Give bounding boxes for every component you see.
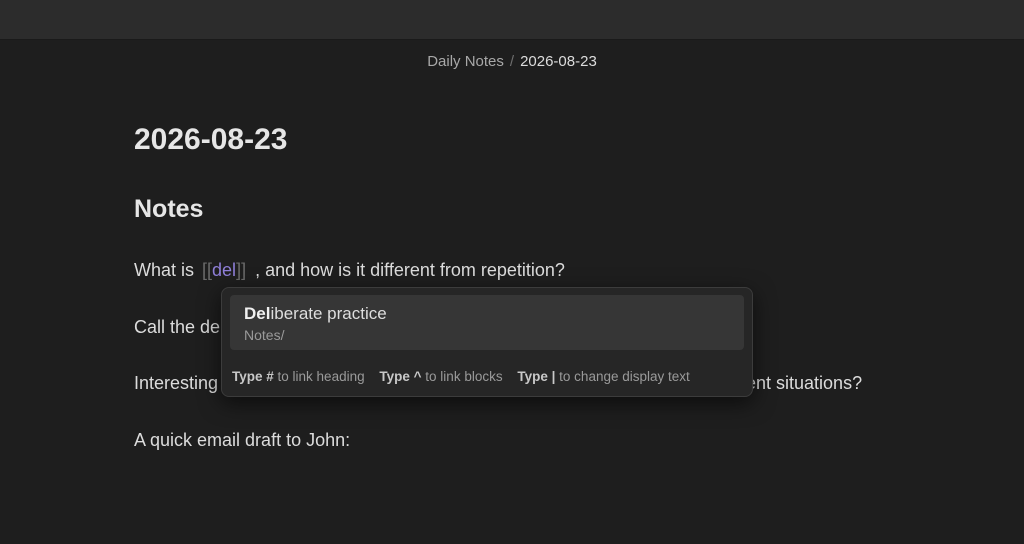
suggestion-match-text: Del <box>244 304 271 323</box>
wikilink-open-bracket: [[ <box>202 260 213 280</box>
section-heading[interactable]: Notes <box>134 195 203 224</box>
note-title[interactable]: 2026-08-23 <box>134 123 287 157</box>
paragraph-email-draft[interactable]: A quick email draft to John: <box>134 428 350 452</box>
hint-link-heading: Type # to link heading <box>232 369 365 384</box>
paragraph-text: , and how is it different from repetitio… <box>255 260 565 280</box>
paragraph-call[interactable]: Call the de <box>134 315 220 339</box>
breadcrumb-separator: / <box>509 53 515 70</box>
link-suggestion-popup: Deliberate practice Notes/ Type # to lin… <box>221 287 753 397</box>
hint-text: to change display text <box>559 369 690 384</box>
hint-key: Type | <box>517 369 556 384</box>
hint-link-blocks: Type ^ to link blocks <box>379 369 502 384</box>
suggestion-item-selected[interactable]: Deliberate practice Notes/ <box>230 295 744 350</box>
breadcrumb: Daily Notes / 2026-08-23 <box>0 52 1024 72</box>
hint-text: to link heading <box>277 369 365 384</box>
hint-key: Type ^ <box>379 369 422 384</box>
breadcrumb-folder[interactable]: Daily Notes <box>427 53 504 70</box>
hint-key: Type # <box>232 369 274 384</box>
paragraph-question[interactable]: What is [[del]] , and how is it different… <box>134 258 565 282</box>
suggestion-title: Deliberate practice <box>244 304 387 324</box>
hint-text: to link blocks <box>425 369 503 384</box>
wikilink-close-bracket: ]] <box>236 260 247 280</box>
paragraph-text-start: Interesting <box>134 373 219 393</box>
paragraph-text: What is <box>134 260 195 280</box>
suggestion-path: Notes/ <box>244 327 285 343</box>
suggestion-rest-text: iberate practice <box>270 304 387 323</box>
suggestion-hints: Type # to link heading Type ^ to link bl… <box>232 369 701 384</box>
hint-display-text: Type | to change display text <box>517 369 689 384</box>
wikilink-typed-text[interactable]: del <box>212 260 236 280</box>
breadcrumb-current-note[interactable]: 2026-08-23 <box>520 53 597 70</box>
window-title-bar[interactable] <box>0 0 1024 40</box>
paragraph-text-end: ent situations? <box>746 373 863 393</box>
paragraph-interesting[interactable]: Interesting ent situations? <box>134 371 862 395</box>
